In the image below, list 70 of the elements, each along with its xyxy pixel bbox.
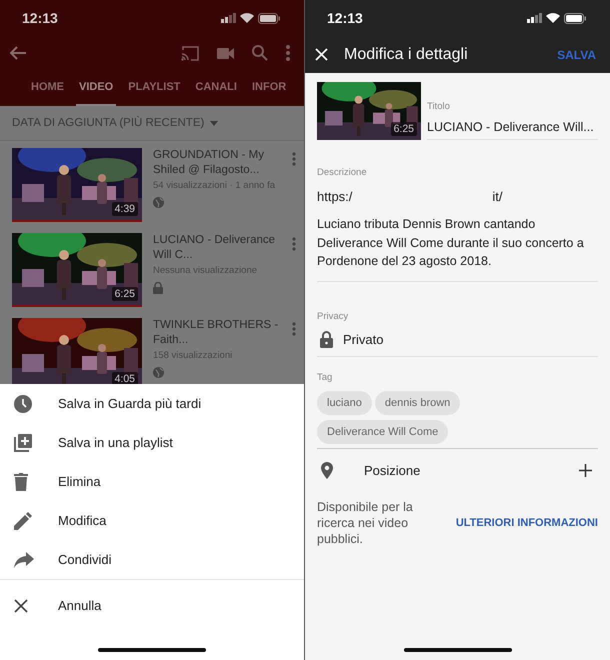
menu-item[interactable]: Salva in Guarda più tardi [0, 384, 304, 423]
close-button[interactable] [315, 48, 328, 61]
more-icon[interactable] [292, 152, 296, 166]
field-label: Privacy [317, 310, 348, 322]
cast-icon[interactable] [181, 46, 199, 60]
menu-label: Condividi [58, 552, 112, 567]
more-info-link[interactable]: ULTERIORI INFORMAZIONI [456, 516, 598, 528]
menu-item[interactable]: Annulla [0, 586, 304, 625]
save-button[interactable]: SALVA [557, 48, 596, 62]
title-field[interactable]: Titolo LUCIANO - Deliverance Will... [427, 82, 598, 140]
battery-icon [258, 12, 280, 24]
description-text: Luciano tributa Dennis Brown cantando Deliverance Will Come durante il suo concerto a Pordenone del 23 agosto 2018. [317, 216, 585, 270]
location-pin-icon [321, 462, 333, 479]
lock-icon [153, 282, 163, 294]
video-camera-icon[interactable] [217, 48, 234, 58]
url-text: it/ [492, 189, 503, 204]
more-icon[interactable] [292, 237, 296, 251]
menu-item[interactable]: Modifica [0, 501, 304, 540]
tab[interactable]: HOME [28, 70, 67, 106]
share-icon [14, 552, 34, 568]
video-title[interactable]: LUCIANO - Deliverance Will C... [153, 233, 281, 263]
wifi-icon [546, 13, 560, 23]
more-icon[interactable] [286, 45, 290, 61]
tag-chip[interactable]: luciano [317, 390, 372, 414]
duration-badge: 6:25 [390, 122, 417, 136]
wifi-icon [240, 13, 254, 23]
privacy-value[interactable]: Privato [343, 332, 384, 346]
location-label[interactable]: Posizione [364, 463, 579, 478]
dropdown-icon[interactable] [210, 120, 218, 126]
info-text: Disponibile per la ricerca nei video pubblici. [317, 498, 414, 546]
menu-item[interactable]: Elimina [0, 462, 304, 501]
tab[interactable]: CANALI [192, 70, 240, 106]
status-time: 12:13 [327, 10, 363, 26]
playlist-add-icon [14, 434, 32, 452]
duration-badge: 6:25 [112, 287, 138, 301]
back-icon[interactable] [10, 46, 26, 60]
video-title[interactable]: TWINKLE BROTHERS - Faith... [153, 318, 281, 348]
status-time: 12:13 [22, 10, 58, 26]
menu-label: Salva in Guarda più tardi [58, 396, 202, 411]
menu-label: Elimina [58, 474, 101, 489]
tag-chip[interactable]: Deliverance Will Come [317, 420, 448, 444]
search-icon[interactable] [252, 45, 268, 61]
globe-icon [153, 367, 164, 378]
close-icon [14, 598, 28, 612]
field-value: LUCIANO - Deliverance Will... [427, 120, 595, 134]
screen-title: Modifica i dettagli [344, 46, 469, 64]
video-title[interactable]: GROUNDATION - My Shiled @ Filagosto... [153, 148, 281, 178]
plus-icon[interactable] [579, 464, 592, 477]
menu-label: Salva in una playlist [58, 435, 173, 450]
duration-badge: 4:39 [112, 202, 138, 216]
clock-icon [14, 394, 32, 412]
lock-icon [320, 330, 333, 348]
menu-label: Modifica [58, 513, 106, 528]
signal-icon [527, 13, 542, 23]
globe-icon [153, 197, 164, 208]
tab[interactable]: INFOR [248, 70, 290, 106]
tab[interactable]: PLAYLIST [125, 70, 184, 106]
url-text: https:/ [317, 189, 352, 204]
menu-item[interactable]: Condividi [0, 540, 304, 579]
trash-icon [14, 472, 28, 490]
field-label: Titolo [427, 101, 451, 112]
tag-chip[interactable]: dennis brown [374, 390, 460, 414]
battery-icon [564, 12, 586, 24]
field-label: Descrizione [317, 167, 367, 178]
signal-icon [221, 13, 236, 23]
menu-item[interactable]: Salva in una playlist [0, 423, 304, 462]
menu-label: Annulla [58, 598, 102, 613]
more-icon[interactable] [292, 322, 296, 336]
pencil-icon [14, 512, 32, 530]
field-label: Tag [317, 372, 332, 382]
